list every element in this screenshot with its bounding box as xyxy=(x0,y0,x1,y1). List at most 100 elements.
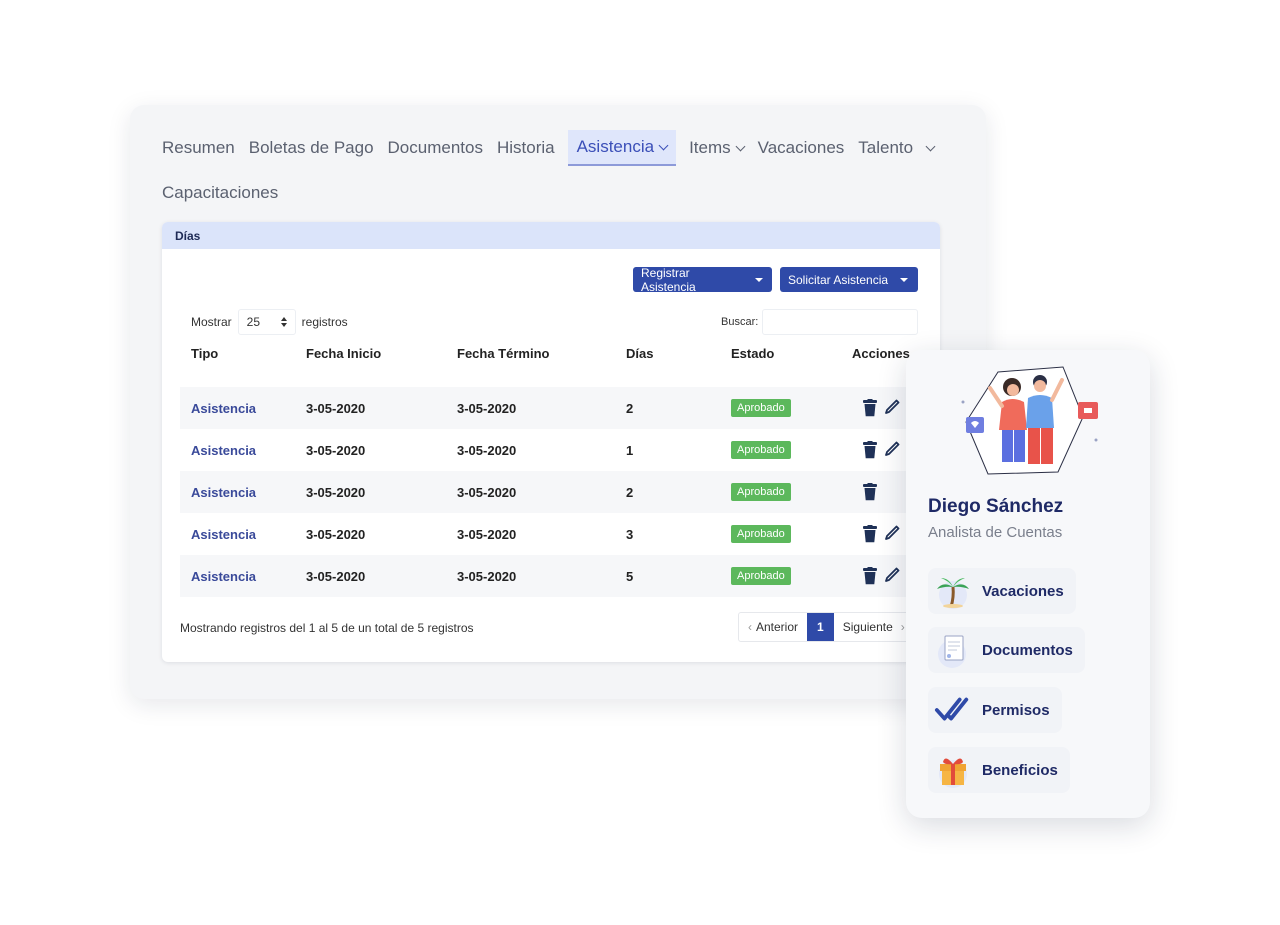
menu-item-label: Vacaciones xyxy=(982,582,1064,600)
pencil-icon[interactable] xyxy=(884,567,900,585)
row-fecha-inicio: 3-05-2020 xyxy=(306,400,366,416)
tab-historia[interactable]: Historia xyxy=(490,130,562,166)
chevron-down-icon xyxy=(735,141,746,151)
attendance-panel: Días Registrar Asistencia Solicitar Asis… xyxy=(162,222,940,662)
row-actions xyxy=(862,555,900,597)
buscar-label: Buscar: xyxy=(721,316,759,328)
table-info: Mostrando registros del 1 al 5 de un tot… xyxy=(180,621,474,635)
row-tipo-link[interactable]: Asistencia xyxy=(191,429,256,471)
column-header-dias[interactable]: Días xyxy=(626,346,653,361)
row-fecha-inicio: 3-05-2020 xyxy=(306,442,366,458)
status-badge: Aprobado xyxy=(731,483,791,501)
table-row: Asistencia 3-05-2020 3-05-2020 2 Aprobad… xyxy=(180,471,920,513)
trash-icon[interactable] xyxy=(862,483,878,501)
registrar-asistencia-label: Registrar Asistencia xyxy=(641,265,696,294)
menu-item-permisos[interactable]: Permisos xyxy=(928,687,1062,733)
page-size-select[interactable]: 25 xyxy=(237,309,296,335)
status-badge: Aprobado xyxy=(731,525,791,543)
tab-boletas-de-pago[interactable]: Boletas de Pago xyxy=(242,130,381,166)
tab-resumen[interactable]: Resumen xyxy=(162,130,242,166)
menu-item-documentos[interactable]: Documentos xyxy=(928,627,1085,673)
tab-capacitaciones[interactable]: Capacitaciones xyxy=(162,175,285,211)
chevron-down-icon xyxy=(658,140,669,150)
row-dias: 2 xyxy=(626,484,634,500)
menu-item-beneficios[interactable]: Beneficios xyxy=(928,747,1070,793)
search-control: Buscar: xyxy=(721,309,919,335)
tab-asistencia[interactable]: Asistencia xyxy=(567,130,677,166)
row-actions xyxy=(862,387,900,429)
table-header: Tipo Fecha Inicio Fecha Término Días Est… xyxy=(180,346,940,370)
row-tipo-link[interactable]: Asistencia xyxy=(191,513,256,555)
trash-icon[interactable] xyxy=(862,567,878,585)
caret-down-icon xyxy=(900,277,909,282)
column-header-fecha-termino[interactable]: Fecha Término xyxy=(457,346,549,361)
menu-item-label: Beneficios xyxy=(982,761,1058,779)
pagination-next[interactable]: Siguiente › xyxy=(834,613,914,641)
pencil-icon[interactable] xyxy=(884,525,900,543)
tab-asistencia-label: Asistencia xyxy=(576,137,655,156)
column-header-tipo[interactable]: Tipo xyxy=(191,346,218,361)
pagination-next-label: Siguiente xyxy=(842,620,893,634)
menu-item-label: Documentos xyxy=(982,641,1073,659)
table-row: Asistencia 3-05-2020 3-05-2020 3 Aprobad… xyxy=(180,513,920,555)
profile-name: Diego Sánchez xyxy=(928,496,1064,517)
row-fecha-inicio: 3-05-2020 xyxy=(306,568,366,584)
pagination-prev-label: Anterior xyxy=(756,620,799,634)
row-dias: 5 xyxy=(626,568,634,584)
trash-icon[interactable] xyxy=(862,399,878,417)
trash-icon[interactable] xyxy=(862,525,878,543)
pencil-icon[interactable] xyxy=(884,399,900,417)
column-header-acciones: Acciones xyxy=(852,346,910,361)
trash-icon[interactable] xyxy=(862,441,878,459)
row-estado: Aprobado xyxy=(731,513,791,555)
tab-vacaciones[interactable]: Vacaciones xyxy=(751,130,852,166)
profile-card: Diego Sánchez Analista de Cuentas Vacaci… xyxy=(906,350,1150,818)
pagination-prev[interactable]: ‹ Anterior xyxy=(739,613,807,641)
column-header-estado[interactable]: Estado xyxy=(731,346,774,361)
row-fecha-termino: 3-05-2020 xyxy=(457,568,517,584)
status-badge: Aprobado xyxy=(731,567,791,585)
row-actions xyxy=(862,471,878,513)
pencil-icon[interactable] xyxy=(884,441,900,459)
row-fecha-termino: 3-05-2020 xyxy=(457,400,517,416)
row-dias: 1 xyxy=(626,442,634,458)
select-arrows-icon xyxy=(280,317,287,327)
tab-documentos[interactable]: Documentos xyxy=(381,130,490,166)
page-length-control: Mostrar 25 registros xyxy=(191,309,348,335)
row-estado: Aprobado xyxy=(731,429,791,471)
row-dias: 2 xyxy=(626,400,634,416)
row-estado: Aprobado xyxy=(731,471,791,513)
profile-role: Analista de Cuentas xyxy=(928,524,1063,541)
page-size-value: 25 xyxy=(246,315,261,329)
pagination-page-1[interactable]: 1 xyxy=(807,613,834,641)
solicitar-asistencia-label: Solicitar Asistencia xyxy=(788,272,889,287)
chevron-down-icon xyxy=(925,141,936,151)
row-estado: Aprobado xyxy=(731,387,791,429)
tab-talento[interactable]: Talento xyxy=(851,130,941,166)
status-badge: Aprobado xyxy=(731,441,791,459)
team-illustration xyxy=(961,366,1098,475)
column-header-fecha-inicio[interactable]: Fecha Inicio xyxy=(306,346,381,361)
row-tipo-link[interactable]: Asistencia xyxy=(191,387,256,429)
row-tipo-link[interactable]: Asistencia xyxy=(191,555,256,597)
chevron-left-icon: ‹ xyxy=(748,620,752,634)
pagination: ‹ Anterior 1 Siguiente › xyxy=(738,612,915,642)
registrar-asistencia-button[interactable]: Registrar Asistencia xyxy=(633,265,772,294)
solicitar-asistencia-button[interactable]: Solicitar Asistencia xyxy=(780,267,918,292)
table-row: Asistencia 3-05-2020 3-05-2020 1 Aprobad… xyxy=(180,429,920,471)
menu-item-vacaciones[interactable]: Vacaciones xyxy=(928,568,1076,614)
row-tipo-link[interactable]: Asistencia xyxy=(191,471,256,513)
row-estado: Aprobado xyxy=(731,555,791,597)
employee-card: Resumen Boletas de Pago Documentos Histo… xyxy=(130,105,986,699)
row-fecha-termino: 3-05-2020 xyxy=(457,442,517,458)
menu-item-label: Permisos xyxy=(982,701,1050,719)
search-input[interactable] xyxy=(762,309,919,335)
row-fecha-inicio: 3-05-2020 xyxy=(306,484,366,500)
tab-items[interactable]: Items xyxy=(682,130,751,166)
tab-talento-label: Talento xyxy=(858,138,914,157)
status-badge: Aprobado xyxy=(731,399,791,417)
registros-label: registros xyxy=(301,315,348,329)
document-icon xyxy=(934,631,972,669)
table-row: Asistencia 3-05-2020 3-05-2020 2 Aprobad… xyxy=(180,387,920,429)
table-row: Asistencia 3-05-2020 3-05-2020 5 Aprobad… xyxy=(180,555,920,597)
